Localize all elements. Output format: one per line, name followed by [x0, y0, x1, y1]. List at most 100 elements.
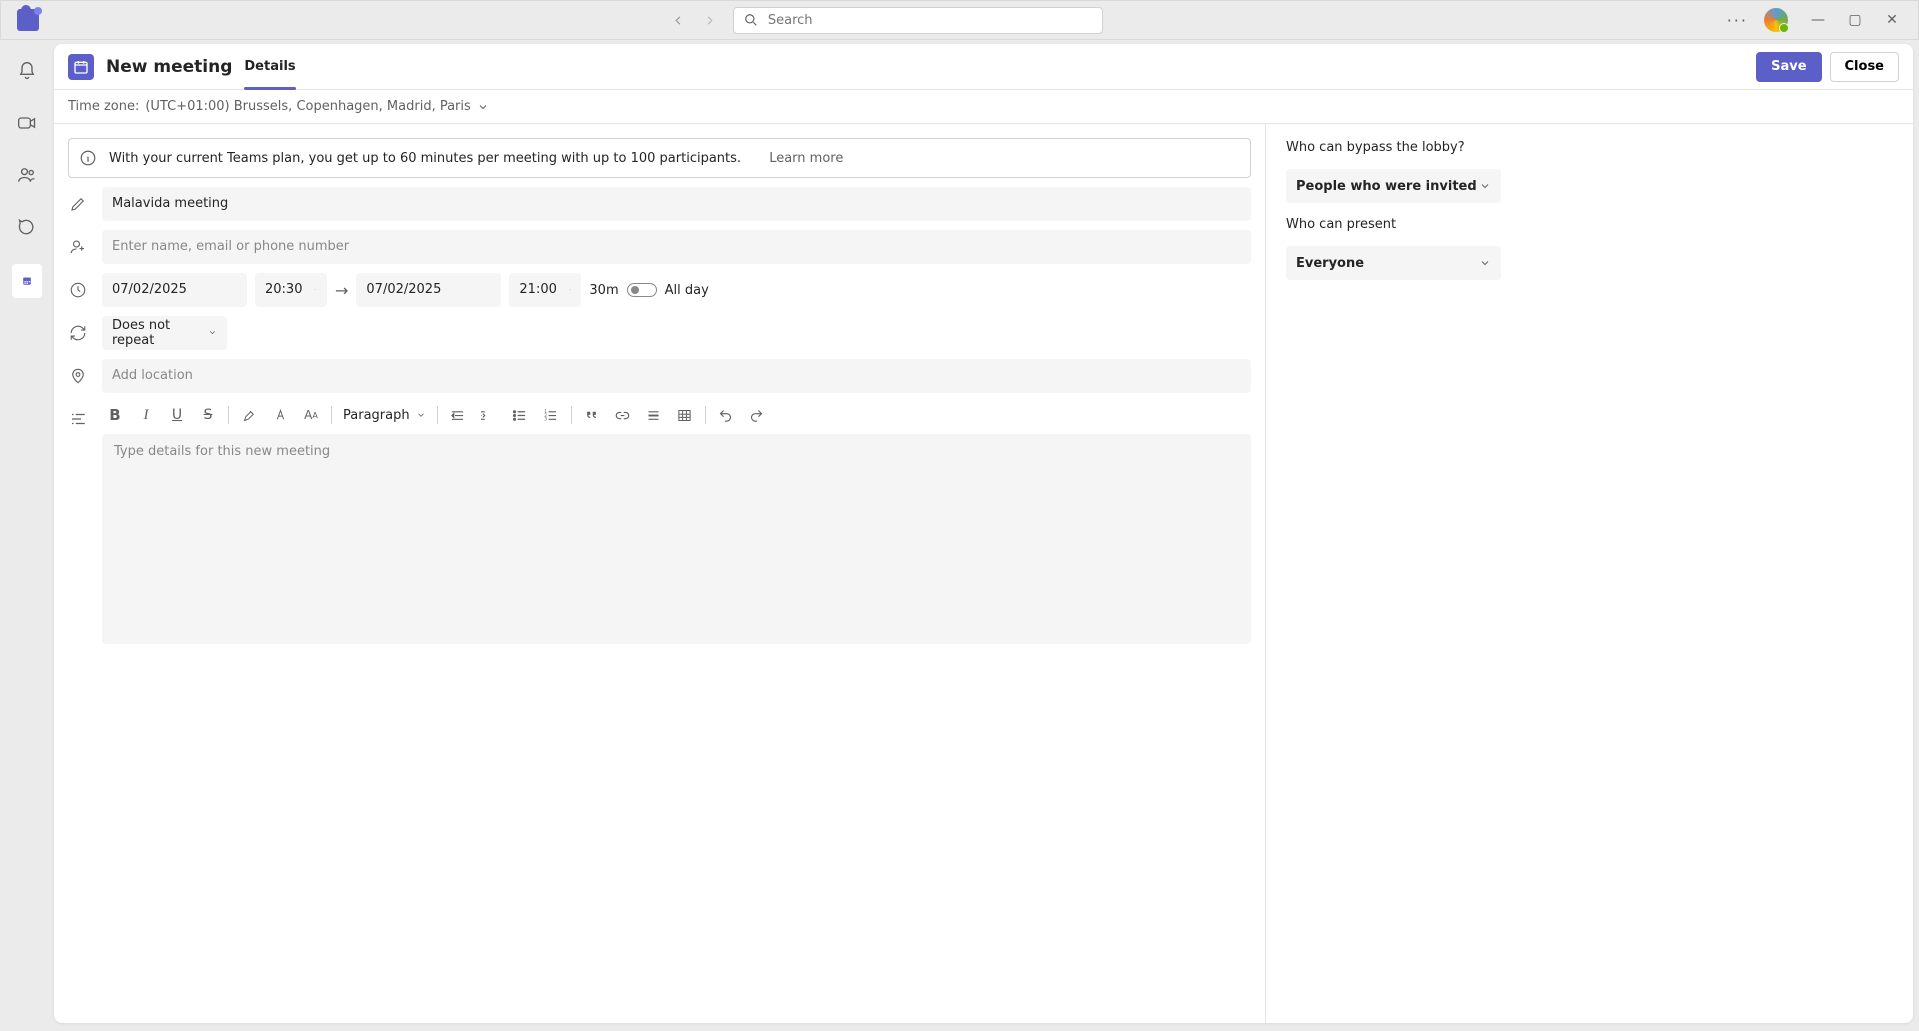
search-box[interactable]	[733, 7, 1103, 34]
chevron-down-icon	[569, 284, 572, 295]
hr-button[interactable]	[641, 402, 667, 428]
close-button[interactable]: Close	[1830, 52, 1899, 82]
outdent-button[interactable]	[445, 402, 471, 428]
minimize-button[interactable]: —	[1804, 12, 1832, 28]
recurrence-row: Does not repeat	[68, 316, 1251, 350]
indent-button[interactable]	[476, 402, 502, 428]
bypass-lobby-select[interactable]: People who were invited	[1286, 169, 1501, 203]
chevron-down-icon	[208, 327, 217, 338]
page-title: New meeting	[106, 57, 232, 77]
location-input[interactable]	[102, 359, 1251, 393]
more-options-icon[interactable]: ···	[1727, 11, 1748, 30]
titlebar: ··· — ▢ ✕	[0, 0, 1919, 40]
page-body: With your current Teams plan, you get up…	[54, 124, 1913, 1023]
chevron-down-icon	[1479, 180, 1491, 192]
timezone-row[interactable]: Time zone: (UTC+01:00) Brussels, Copenha…	[54, 90, 1913, 124]
details-placeholder: Type details for this new meeting	[114, 444, 330, 459]
rail-chat[interactable]	[12, 212, 42, 242]
person-add-icon	[69, 238, 87, 256]
close-window-button[interactable]: ✕	[1878, 12, 1906, 28]
search-icon	[744, 13, 758, 27]
calendar-add-icon	[73, 59, 89, 75]
chevron-down-icon	[314, 284, 317, 295]
all-day-toggle[interactable]	[627, 283, 657, 297]
undo-button[interactable]	[713, 402, 739, 428]
attendees-input[interactable]	[102, 230, 1251, 264]
details-editor[interactable]: Type details for this new meeting	[102, 434, 1251, 644]
user-avatar[interactable]	[1764, 8, 1788, 32]
quote-button[interactable]	[579, 402, 605, 428]
plan-notice: With your current Teams plan, you get up…	[68, 138, 1251, 178]
paragraph-style-select[interactable]: Paragraph	[339, 402, 430, 428]
font-size-button[interactable]: AA	[298, 402, 324, 428]
titlebar-right: ··· — ▢ ✕	[1727, 8, 1912, 32]
info-icon	[79, 149, 97, 167]
video-icon	[17, 113, 37, 133]
search-input[interactable]	[768, 13, 1092, 28]
timezone-value: (UTC+01:00) Brussels, Copenhagen, Madrid…	[145, 99, 470, 114]
bell-icon	[17, 61, 37, 81]
clock-icon	[69, 281, 87, 299]
location-row	[68, 359, 1251, 393]
rail-activity[interactable]	[12, 56, 42, 86]
svg-text:3: 3	[544, 416, 547, 422]
recurrence-value: Does not repeat	[112, 318, 196, 348]
chat-icon	[17, 217, 37, 237]
details-row: B I U S AA Paragraph	[68, 402, 1251, 1009]
redo-button[interactable]	[744, 402, 770, 428]
rail-video[interactable]	[12, 108, 42, 138]
save-button[interactable]: Save	[1756, 52, 1821, 82]
people-icon	[17, 165, 37, 185]
learn-more-link[interactable]: Learn more	[769, 151, 843, 166]
app-rail	[0, 40, 54, 1031]
recurrence-select[interactable]: Does not repeat	[102, 316, 227, 350]
who-can-present-select[interactable]: Everyone	[1286, 246, 1501, 280]
start-date-input[interactable]	[102, 273, 247, 307]
bypass-lobby-label: Who can bypass the lobby?	[1286, 140, 1893, 155]
table-button[interactable]	[672, 402, 698, 428]
app-logo-wrap	[7, 9, 49, 31]
start-time-value: 20:30	[265, 282, 302, 297]
paragraph-style-value: Paragraph	[343, 408, 410, 423]
bypass-lobby-value: People who were invited	[1296, 179, 1477, 194]
chevron-down-icon	[416, 410, 426, 420]
pencil-icon	[69, 195, 87, 213]
title-row	[68, 187, 1251, 221]
notice-text: With your current Teams plan, you get up…	[109, 151, 741, 166]
end-time-value: 21:00	[519, 282, 556, 297]
main-content: New meeting Details Save Close Time zone…	[54, 44, 1913, 1023]
header-actions: Save Close	[1756, 52, 1899, 82]
font-color-button[interactable]	[267, 402, 293, 428]
end-date-input[interactable]	[356, 273, 501, 307]
datetime-row: 20:30 → 21:00 30m All day	[68, 273, 1251, 307]
all-day-label: All day	[665, 283, 709, 298]
nav-forward-icon[interactable]	[704, 15, 715, 26]
highlight-button[interactable]	[236, 402, 262, 428]
date-arrow-icon: →	[335, 281, 348, 300]
nav-back-icon[interactable]	[673, 15, 684, 26]
page-header: New meeting Details Save Close	[54, 44, 1913, 90]
rail-calendar[interactable]	[12, 264, 42, 298]
who-can-present-value: Everyone	[1296, 256, 1364, 271]
link-button[interactable]	[610, 402, 636, 428]
start-time-select[interactable]: 20:30	[255, 273, 327, 307]
editor-toolbar: B I U S AA Paragraph	[102, 402, 1251, 428]
italic-button[interactable]: I	[133, 402, 159, 428]
attendees-row	[68, 230, 1251, 264]
location-icon	[69, 367, 87, 385]
maximize-button[interactable]: ▢	[1841, 12, 1869, 28]
who-can-present-label: Who can present	[1286, 217, 1893, 232]
strike-button[interactable]: S	[195, 402, 221, 428]
tab-details[interactable]: Details	[244, 44, 295, 90]
description-icon	[69, 410, 87, 428]
meeting-form: With your current Teams plan, you get up…	[54, 124, 1266, 1023]
bold-button[interactable]: B	[102, 402, 128, 428]
end-time-select[interactable]: 21:00	[509, 273, 581, 307]
numbered-list-button[interactable]: 123	[538, 402, 564, 428]
duration-text: 30m	[589, 283, 618, 298]
meeting-title-input[interactable]	[102, 187, 1251, 221]
page-title-icon	[68, 54, 94, 80]
underline-button[interactable]: U	[164, 402, 190, 428]
rail-community[interactable]	[12, 160, 42, 190]
bulleted-list-button[interactable]	[507, 402, 533, 428]
